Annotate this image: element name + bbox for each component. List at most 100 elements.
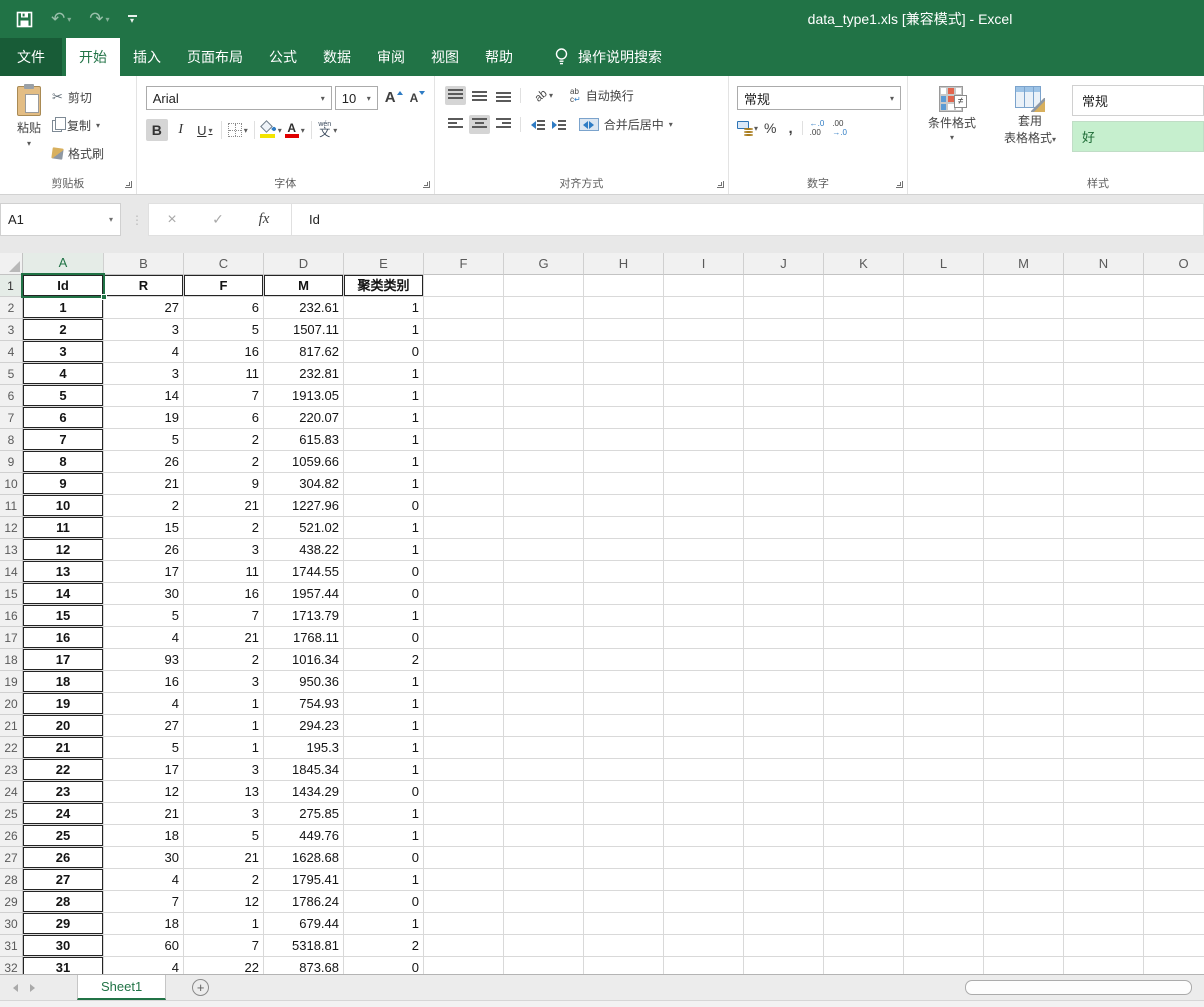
- column-header-C[interactable]: C: [184, 253, 264, 275]
- cell-M32[interactable]: [984, 957, 1064, 974]
- cell-H11[interactable]: [584, 495, 664, 517]
- cell-I21[interactable]: [664, 715, 744, 737]
- cell-B4[interactable]: 4: [104, 341, 184, 363]
- cell-O13[interactable]: [1144, 539, 1204, 561]
- cell-D6[interactable]: 1913.05: [264, 385, 344, 407]
- cell-N30[interactable]: [1064, 913, 1144, 935]
- cell-L20[interactable]: [904, 693, 984, 715]
- align-top-button[interactable]: [444, 86, 466, 105]
- cell-N8[interactable]: [1064, 429, 1144, 451]
- cell-E14[interactable]: 0: [344, 561, 424, 583]
- cell-G14[interactable]: [504, 561, 584, 583]
- cell-F17[interactable]: [424, 627, 504, 649]
- cell-L15[interactable]: [904, 583, 984, 605]
- column-header-D[interactable]: D: [264, 253, 344, 275]
- cell-C24[interactable]: 13: [184, 781, 264, 803]
- cell-M19[interactable]: [984, 671, 1064, 693]
- align-right-button[interactable]: [493, 115, 514, 134]
- cell-C4[interactable]: 16: [184, 341, 264, 363]
- cell-L7[interactable]: [904, 407, 984, 429]
- cell-H30[interactable]: [584, 913, 664, 935]
- cell-C30[interactable]: 1: [184, 913, 264, 935]
- column-header-N[interactable]: N: [1064, 253, 1144, 275]
- increase-indent-button[interactable]: [551, 119, 566, 130]
- cell-D31[interactable]: 5318.81: [264, 935, 344, 957]
- cell-A12[interactable]: 11: [23, 517, 104, 539]
- cell-F21[interactable]: [424, 715, 504, 737]
- cell-O10[interactable]: [1144, 473, 1204, 495]
- tab-page-layout[interactable]: 页面布局: [174, 38, 256, 76]
- cell-D1[interactable]: M: [264, 275, 344, 297]
- cell-H6[interactable]: [584, 385, 664, 407]
- cell-M7[interactable]: [984, 407, 1064, 429]
- font-size-combo[interactable]: 10 ▾: [334, 86, 378, 110]
- cell-B12[interactable]: 15: [104, 517, 184, 539]
- cell-L26[interactable]: [904, 825, 984, 847]
- cell-C28[interactable]: 2: [184, 869, 264, 891]
- font-size-dropdown-icon[interactable]: ▾: [367, 94, 371, 103]
- percent-style-button[interactable]: %: [764, 120, 776, 136]
- cell-J16[interactable]: [744, 605, 824, 627]
- cell-E16[interactable]: 1: [344, 605, 424, 627]
- cell-M16[interactable]: [984, 605, 1064, 627]
- cell-J18[interactable]: [744, 649, 824, 671]
- cell-H13[interactable]: [584, 539, 664, 561]
- cell-M11[interactable]: [984, 495, 1064, 517]
- cell-N25[interactable]: [1064, 803, 1144, 825]
- cell-O1[interactable]: [1144, 275, 1204, 297]
- sheet-tab-sheet1[interactable]: Sheet1: [77, 975, 167, 1000]
- cell-A13[interactable]: 12: [23, 539, 104, 561]
- cell-B11[interactable]: 2: [104, 495, 184, 517]
- cell-F8[interactable]: [424, 429, 504, 451]
- borders-button[interactable]: ▾: [227, 119, 249, 141]
- formula-input[interactable]: Id: [292, 212, 320, 227]
- cell-O15[interactable]: [1144, 583, 1204, 605]
- row-header-8[interactable]: 8: [0, 429, 23, 451]
- cell-O8[interactable]: [1144, 429, 1204, 451]
- column-header-B[interactable]: B: [104, 253, 184, 275]
- cell-N31[interactable]: [1064, 935, 1144, 957]
- bold-button[interactable]: B: [145, 119, 168, 141]
- cell-J4[interactable]: [744, 341, 824, 363]
- cell-K32[interactable]: [824, 957, 904, 974]
- cell-I24[interactable]: [664, 781, 744, 803]
- column-header-K[interactable]: K: [824, 253, 904, 275]
- cell-H3[interactable]: [584, 319, 664, 341]
- cell-K8[interactable]: [824, 429, 904, 451]
- cell-E11[interactable]: 0: [344, 495, 424, 517]
- cell-H4[interactable]: [584, 341, 664, 363]
- cell-E29[interactable]: 0: [344, 891, 424, 913]
- cell-B23[interactable]: 17: [104, 759, 184, 781]
- column-header-J[interactable]: J: [744, 253, 824, 275]
- cell-L10[interactable]: [904, 473, 984, 495]
- row-header-32[interactable]: 32: [0, 957, 23, 974]
- cell-L8[interactable]: [904, 429, 984, 451]
- cell-M5[interactable]: [984, 363, 1064, 385]
- cell-B27[interactable]: 30: [104, 847, 184, 869]
- cell-G24[interactable]: [504, 781, 584, 803]
- cell-M15[interactable]: [984, 583, 1064, 605]
- cell-D24[interactable]: 1434.29: [264, 781, 344, 803]
- cell-B25[interactable]: 21: [104, 803, 184, 825]
- cell-O19[interactable]: [1144, 671, 1204, 693]
- cell-O12[interactable]: [1144, 517, 1204, 539]
- cell-C20[interactable]: 1: [184, 693, 264, 715]
- cell-J14[interactable]: [744, 561, 824, 583]
- cell-I32[interactable]: [664, 957, 744, 974]
- cell-G28[interactable]: [504, 869, 584, 891]
- cell-M2[interactable]: [984, 297, 1064, 319]
- cell-E26[interactable]: 1: [344, 825, 424, 847]
- cell-N14[interactable]: [1064, 561, 1144, 583]
- cell-A3[interactable]: 2: [23, 319, 104, 341]
- cell-C12[interactable]: 2: [184, 517, 264, 539]
- cell-G1[interactable]: [504, 275, 584, 297]
- cell-M6[interactable]: [984, 385, 1064, 407]
- cell-F6[interactable]: [424, 385, 504, 407]
- cell-K15[interactable]: [824, 583, 904, 605]
- cell-M12[interactable]: [984, 517, 1064, 539]
- cell-H24[interactable]: [584, 781, 664, 803]
- cell-A7[interactable]: 6: [23, 407, 104, 429]
- cell-N6[interactable]: [1064, 385, 1144, 407]
- cell-C15[interactable]: 16: [184, 583, 264, 605]
- cell-A2[interactable]: 1: [23, 297, 104, 319]
